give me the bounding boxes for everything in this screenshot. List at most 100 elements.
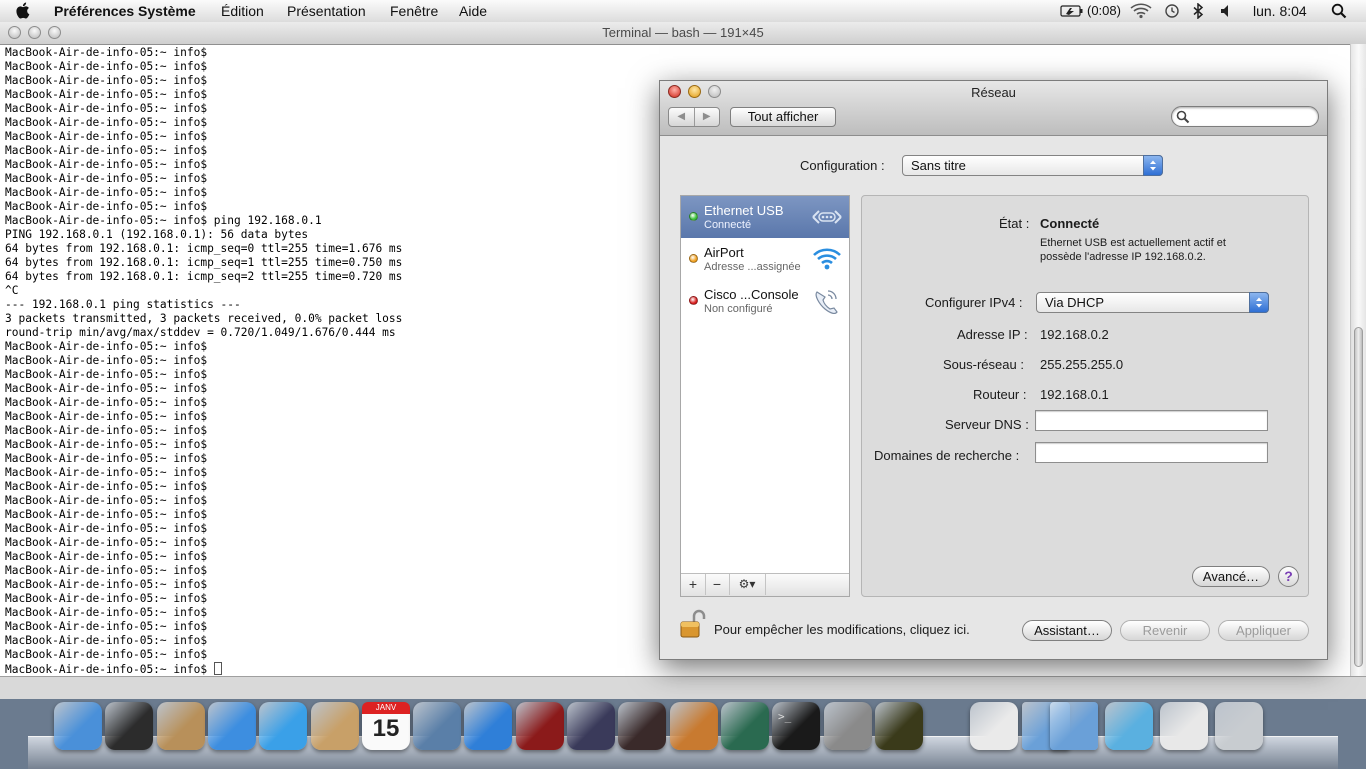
service-status: Connecté bbox=[704, 219, 752, 231]
airport-wifi-icon bbox=[813, 248, 841, 270]
spotlight-icon[interactable] bbox=[1331, 3, 1347, 19]
cable-icon[interactable] bbox=[875, 702, 923, 750]
textedit-icon[interactable] bbox=[970, 702, 1018, 750]
add-service-button[interactable]: + bbox=[681, 574, 706, 595]
configure-ipv4-label: Configurer IPv4 : bbox=[925, 295, 1023, 310]
service-status: Adresse ...assignée bbox=[704, 261, 801, 273]
menu-bar: Préférences Système Édition Présentation… bbox=[0, 0, 1366, 23]
photo-booth-icon[interactable] bbox=[618, 702, 666, 750]
configuration-popup[interactable]: Sans titre bbox=[902, 155, 1163, 176]
terminal-line: MacBook-Air-de-info-05:~ info$ bbox=[5, 60, 208, 73]
router-value: 192.168.0.1 bbox=[1040, 387, 1109, 402]
terminal-bottom-bar bbox=[0, 676, 1366, 699]
service-item-ethernet-usb[interactable]: Ethernet USB Connecté bbox=[681, 196, 849, 238]
menu-app-name[interactable]: Préférences Système bbox=[54, 2, 196, 20]
wifi-status-icon[interactable] bbox=[1130, 3, 1152, 19]
phone-modem-icon bbox=[815, 290, 838, 315]
no-entry-icon[interactable] bbox=[1105, 702, 1153, 750]
itunes-icon[interactable] bbox=[464, 702, 512, 750]
safari-icon[interactable] bbox=[208, 702, 256, 750]
ethernet-icon bbox=[812, 210, 842, 224]
back-forward-buttons: ◀ ▶ bbox=[668, 107, 720, 127]
apple-menu-icon[interactable] bbox=[16, 2, 32, 19]
documents-folder-icon[interactable] bbox=[1050, 702, 1098, 750]
terminal-titlebar: Terminal — bash — 191×45 bbox=[0, 22, 1366, 45]
window-title: Réseau bbox=[971, 85, 1016, 100]
terminal-icon[interactable]: >_ bbox=[772, 702, 820, 750]
ip-address-value: 192.168.0.2 bbox=[1040, 327, 1109, 342]
router-label: Routeur : bbox=[973, 387, 1027, 402]
menu-fenetre[interactable]: Fenêtre bbox=[390, 2, 438, 20]
forward-arrow-icon[interactable]: ▶ bbox=[693, 108, 720, 126]
address-book-icon[interactable] bbox=[311, 702, 359, 750]
iphoto-icon[interactable] bbox=[413, 702, 461, 750]
state-label: État : bbox=[999, 216, 1030, 231]
ip-address-label: Adresse IP : bbox=[957, 327, 1028, 342]
mail-icon[interactable] bbox=[157, 702, 205, 750]
time-machine-icon[interactable] bbox=[721, 702, 769, 750]
configuration-label: Configuration : bbox=[800, 158, 885, 173]
service-list-toolbar: + − ⚙▾ bbox=[681, 573, 849, 596]
facetime-icon[interactable] bbox=[259, 702, 307, 750]
service-detail-panel: État : Connecté Ethernet USB est actuell… bbox=[861, 195, 1309, 597]
menu-clock[interactable]: lun. 8:04 bbox=[1253, 2, 1307, 20]
trash-icon[interactable] bbox=[1215, 702, 1263, 750]
system-preferences-icon[interactable] bbox=[824, 702, 872, 750]
help-button[interactable]: ? bbox=[1278, 566, 1299, 587]
service-item-cisco-console[interactable]: Cisco ...Console Non configuré bbox=[681, 280, 849, 322]
show-all-button[interactable]: Tout afficher bbox=[730, 107, 836, 127]
search-domains-label: Domaines de recherche : bbox=[874, 448, 1020, 463]
battery-time: (0:08) bbox=[1087, 3, 1121, 18]
network-toolbar: Réseau ◀ ▶ Tout afficher bbox=[660, 81, 1327, 136]
dashboard-icon[interactable] bbox=[105, 702, 153, 750]
apply-button[interactable]: Appliquer bbox=[1218, 620, 1309, 641]
popup-arrows-icon bbox=[1143, 155, 1163, 176]
assistant-button[interactable]: Assistant… bbox=[1022, 620, 1112, 641]
menu-aide[interactable]: Aide bbox=[459, 2, 487, 20]
revert-button[interactable]: Revenir bbox=[1120, 620, 1210, 641]
lock-open-icon[interactable] bbox=[680, 609, 706, 639]
menu-edition[interactable]: Édition bbox=[221, 2, 264, 20]
service-item-airport[interactable]: AirPort Adresse ...assignée bbox=[681, 238, 849, 280]
subnet-value: 255.255.255.0 bbox=[1040, 357, 1124, 372]
popup-arrows-icon bbox=[1249, 292, 1269, 313]
state-description-line1: Ethernet USB est actuellement actif et bbox=[1040, 237, 1226, 249]
terminal-scrollbar[interactable] bbox=[1350, 44, 1366, 698]
back-arrow-icon[interactable]: ◀ bbox=[669, 108, 694, 126]
ical-icon[interactable]: JANV 15 bbox=[362, 702, 410, 750]
status-dot-green bbox=[689, 212, 698, 221]
dns-server-field[interactable] bbox=[1035, 410, 1268, 431]
subnet-label: Sous-réseau : bbox=[943, 357, 1024, 372]
menu-presentation[interactable]: Présentation bbox=[287, 2, 366, 20]
service-name: Cisco ...Console bbox=[704, 287, 799, 302]
remove-service-button[interactable]: − bbox=[705, 574, 730, 595]
terminal-cursor bbox=[213, 662, 222, 675]
configure-ipv4-value: Via DHCP bbox=[1045, 295, 1105, 310]
search-field[interactable] bbox=[1171, 106, 1319, 127]
configure-ipv4-popup[interactable]: Via DHCP bbox=[1036, 292, 1269, 313]
finder-icon[interactable] bbox=[54, 702, 102, 750]
battery-icon[interactable] bbox=[1060, 3, 1084, 19]
network-stack-icon[interactable] bbox=[1160, 702, 1208, 750]
terminal-line: MacBook-Air-de-info-05:~ info$ bbox=[5, 46, 208, 59]
configuration-value: Sans titre bbox=[911, 158, 966, 173]
network-preferences-window: Réseau ◀ ▶ Tout afficher Configuration :… bbox=[659, 80, 1328, 660]
bluetooth-icon[interactable] bbox=[1192, 3, 1204, 19]
calendar-day: 15 bbox=[372, 715, 400, 742]
terminal-line: MacBook-Air-de-info-05:~ info$ bbox=[5, 662, 1345, 676]
imovie-icon[interactable] bbox=[567, 702, 615, 750]
search-icon bbox=[1176, 110, 1190, 124]
terminal-prompt-glyph: >_ bbox=[778, 710, 792, 723]
service-actions-gear-button[interactable]: ⚙▾ bbox=[729, 574, 766, 595]
time-machine-status-icon[interactable] bbox=[1163, 3, 1181, 19]
service-name: Ethernet USB bbox=[704, 203, 784, 218]
search-domains-field[interactable] bbox=[1035, 442, 1268, 463]
status-dot-red bbox=[689, 296, 698, 305]
terminal-scroll-thumb[interactable] bbox=[1354, 327, 1363, 667]
state-description-line2: possède l'adresse IP 192.168.0.2. bbox=[1040, 251, 1206, 263]
garageband-icon[interactable] bbox=[670, 702, 718, 750]
volume-icon[interactable] bbox=[1219, 3, 1237, 19]
calendar-month: JANV bbox=[362, 702, 410, 714]
front-row-icon[interactable] bbox=[516, 702, 564, 750]
advanced-button[interactable]: Avancé… bbox=[1192, 566, 1270, 587]
